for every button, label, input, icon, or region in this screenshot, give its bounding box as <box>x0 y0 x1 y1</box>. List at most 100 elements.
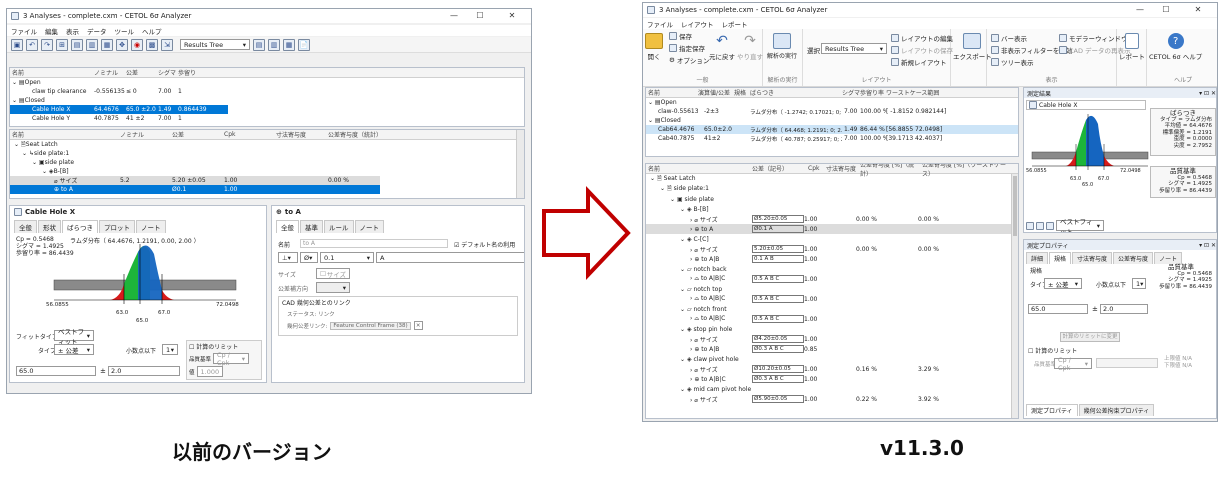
undo-button[interactable]: ↶ 元に戻す <box>709 33 735 61</box>
tree-node[interactable]: ⌄ ◈ B-[B] <box>10 167 524 176</box>
tol-input[interactable]: 2.0 <box>1100 304 1148 314</box>
decimals-spinner[interactable]: 1 ▾ <box>1132 278 1146 289</box>
redo-button[interactable]: ↷ やり直す <box>737 33 763 61</box>
options-button[interactable]: ⚙ オプション <box>669 55 709 65</box>
tree-node[interactable]: ⌄ 🗎 Seat Latch <box>10 140 524 149</box>
list-item[interactable]: Cable Hole X 64.4676 65.0 ±2.0 1.49 0.86… <box>10 105 228 114</box>
plot-icon[interactable] <box>1026 221 1034 230</box>
tab-rule[interactable]: ルール <box>324 220 354 233</box>
fcf-value-select[interactable]: 0.1 ▾ <box>320 252 374 263</box>
list-item[interactable]: Cab40.7875 41±2 ラムダ分布（ 40.787; 0.25917; … <box>646 134 1018 143</box>
run-analysis-button[interactable]: 解析の実行 <box>767 33 797 60</box>
list-item[interactable]: claw-0.556135 -2±3 ラムダ分布（ -1.2742; 0.170… <box>646 107 1018 116</box>
expand-icon[interactable]: ⌄ <box>680 356 687 363</box>
list-item[interactable]: Cable Hole Y 40.7875 41 ±2 7.00 1 <box>10 114 524 123</box>
menu-view[interactable]: 表示 <box>66 26 79 36</box>
fit-type-select[interactable]: ベストフィット ▾ <box>54 328 94 346</box>
minimize-button[interactable]: — <box>1129 3 1151 17</box>
tree-node[interactable]: › ⌓ to A|B|C 0.5 A B C 1.00 <box>646 314 1018 324</box>
std-select[interactable]: Cp / Cpk ▾ <box>1054 356 1092 372</box>
tree-node[interactable]: ⌄ ▣ side plate <box>10 158 524 167</box>
redo-icon[interactable]: ↷ <box>41 38 53 51</box>
geo-link-field[interactable]: Feature Control Frame (38) <box>330 321 411 330</box>
export-button[interactable]: エクスポート <box>953 33 992 61</box>
tab-shape[interactable]: 形状 <box>38 220 61 233</box>
tree-node[interactable]: › ⌀ サイズ Ø4.20±0.05 1.00 <box>646 334 1018 344</box>
menu-layout[interactable]: レイアウト <box>681 19 714 29</box>
fit-select[interactable]: ベストフィット ▾ <box>1056 218 1104 232</box>
tab-dim-contrib[interactable]: 寸法寄与度 <box>1072 252 1113 264</box>
tree-node[interactable]: › ⊕ to A|B|C Ø0.3 A B C 1.00 <box>646 374 1018 384</box>
tree-node[interactable]: › ⌓ to A|B|C 0.5 A B C 1.00 <box>646 274 1018 284</box>
layout3-icon[interactable]: ▦ <box>101 38 113 51</box>
expand-icon[interactable]: ⌄ <box>660 185 667 192</box>
layout-load-icon[interactable]: ▥ <box>268 38 280 51</box>
open-group-row[interactable]: ⌄ ▤ Open <box>10 78 524 87</box>
tab-plot[interactable]: プロット <box>99 220 135 233</box>
list-item[interactable]: claw tip clearance -0.556135 ≤ 0 7.00 1 <box>10 87 524 96</box>
expand-icon[interactable]: ⌄ <box>680 286 687 293</box>
decimals-spinner[interactable]: 1 ▾ <box>162 344 178 355</box>
position-symbol-select[interactable]: ⊥▾ <box>278 252 298 263</box>
tree-scrollbar[interactable] <box>1011 174 1018 418</box>
tree-node[interactable]: › ⌀ サイズ Ø10.20±0.05 1.00 0.16 % 3.29 % <box>646 364 1018 374</box>
name-field[interactable]: to A <box>300 239 448 248</box>
undo-icon[interactable]: ↶ <box>26 38 38 51</box>
help-button[interactable]: ? CETOL 6σ ヘルプ <box>1149 33 1202 61</box>
tree-node[interactable]: ⌄ 🗎 side plate:1 <box>646 184 1018 194</box>
expand-icon[interactable]: ⌄ <box>650 175 657 182</box>
tab-variation[interactable]: ばらつき <box>62 220 98 233</box>
fcf-datum-input[interactable]: A <box>376 252 524 263</box>
menu-file[interactable]: ファイル <box>647 19 673 29</box>
tree-view-button[interactable]: ツリー表示 <box>991 57 1034 67</box>
limit-change-button[interactable]: 計算のリミットに変更 <box>1060 332 1120 342</box>
expand-icon[interactable]: ⌄ <box>670 196 677 203</box>
tree-node[interactable]: ⌄ ▱ notch back <box>646 264 1018 274</box>
layout-new-button[interactable]: 新規レイアウト <box>891 57 947 67</box>
tab-tol-contrib[interactable]: 公差寄与度 <box>1113 252 1154 264</box>
pin-icon[interactable]: ▾ ⊡ ✕ <box>1199 242 1216 249</box>
save-as-button[interactable]: 指定保存 <box>669 43 705 53</box>
quality-select[interactable]: Cp / Cpk ▾ <box>213 351 250 367</box>
tree-icon[interactable]: ⊞ <box>56 38 68 51</box>
diameter-select[interactable]: Ø▾ <box>300 252 318 263</box>
expand-icon[interactable]: ⌄ <box>680 386 687 393</box>
tree-node[interactable]: ⌄ ◈ C-[C] <box>646 234 1018 244</box>
minimize-button[interactable]: — <box>443 9 465 23</box>
tab-note[interactable]: ノート <box>354 220 384 233</box>
export-icon[interactable]: ⇲ <box>161 38 173 51</box>
tree-node[interactable]: › ⊕ to A|B Ø0.3 A B C 0.85 <box>646 344 1018 354</box>
maximize-button[interactable]: ☐ <box>469 9 491 23</box>
default-name-check[interactable]: ☑ デフォルト名の利用 <box>454 240 515 249</box>
layout-new-icon[interactable]: ▦ <box>283 38 295 51</box>
run-icon[interactable]: ◉ <box>131 38 143 51</box>
list-item[interactable]: Cab64.4676 65.0±2.0 ラムダ分布（ 64.468; 1.219… <box>646 125 1018 134</box>
layout-save-icon[interactable]: ▤ <box>253 38 265 51</box>
expand-icon[interactable]: ⌄ <box>680 236 687 243</box>
report-icon[interactable]: 📄 <box>298 38 310 51</box>
chart-icon[interactable]: ▩ <box>146 38 158 51</box>
bar-view-button[interactable]: バー表示 <box>991 33 1027 43</box>
size-button[interactable]: ☐ サイズ <box>316 268 350 279</box>
tree-node[interactable]: ⊕ to A Ø0.1 1.00 <box>10 185 380 194</box>
layout-edit-button[interactable]: レイアウトの編集 <box>891 33 953 43</box>
tab-general[interactable]: 全般 <box>14 220 37 233</box>
tab-note[interactable]: ノート <box>136 220 166 233</box>
menu-data[interactable]: データ <box>87 26 107 36</box>
open-button[interactable]: 開く <box>645 33 663 61</box>
tab-detail[interactable]: 詳細 <box>1026 252 1049 264</box>
tab-measure-props[interactable]: 測定プロパティ <box>1026 404 1078 416</box>
tree-node[interactable]: ⌄ ▣ side plate <box>646 194 1018 204</box>
save-icon[interactable]: ▣ <box>11 38 23 51</box>
tree-node[interactable]: ⌄ ▱ notch top <box>646 284 1018 294</box>
tree-node[interactable]: › ⌀ サイズ 5.20±0.05 1.00 0.00 % 0.00 % <box>646 244 1018 254</box>
plot3-icon[interactable] <box>1046 221 1054 230</box>
calc-limit-check[interactable]: ☐ 計算のリミット <box>1028 346 1077 355</box>
expand-icon[interactable]: ⌄ <box>680 266 687 273</box>
tree-node[interactable]: › ⌀ サイズ Ø5.20±0.05 1.00 0.00 % 0.00 % <box>646 214 1018 224</box>
tab-spec[interactable]: 規格 <box>1049 252 1072 264</box>
tree-node[interactable]: › ⊕ to A Ø0.1 A 1.00 <box>646 224 1018 234</box>
tab-general[interactable]: 全般 <box>276 220 299 233</box>
pin-icon[interactable]: ▾ ⊡ ✕ <box>1199 90 1216 97</box>
nominal-input[interactable]: 65.0 <box>16 366 96 376</box>
